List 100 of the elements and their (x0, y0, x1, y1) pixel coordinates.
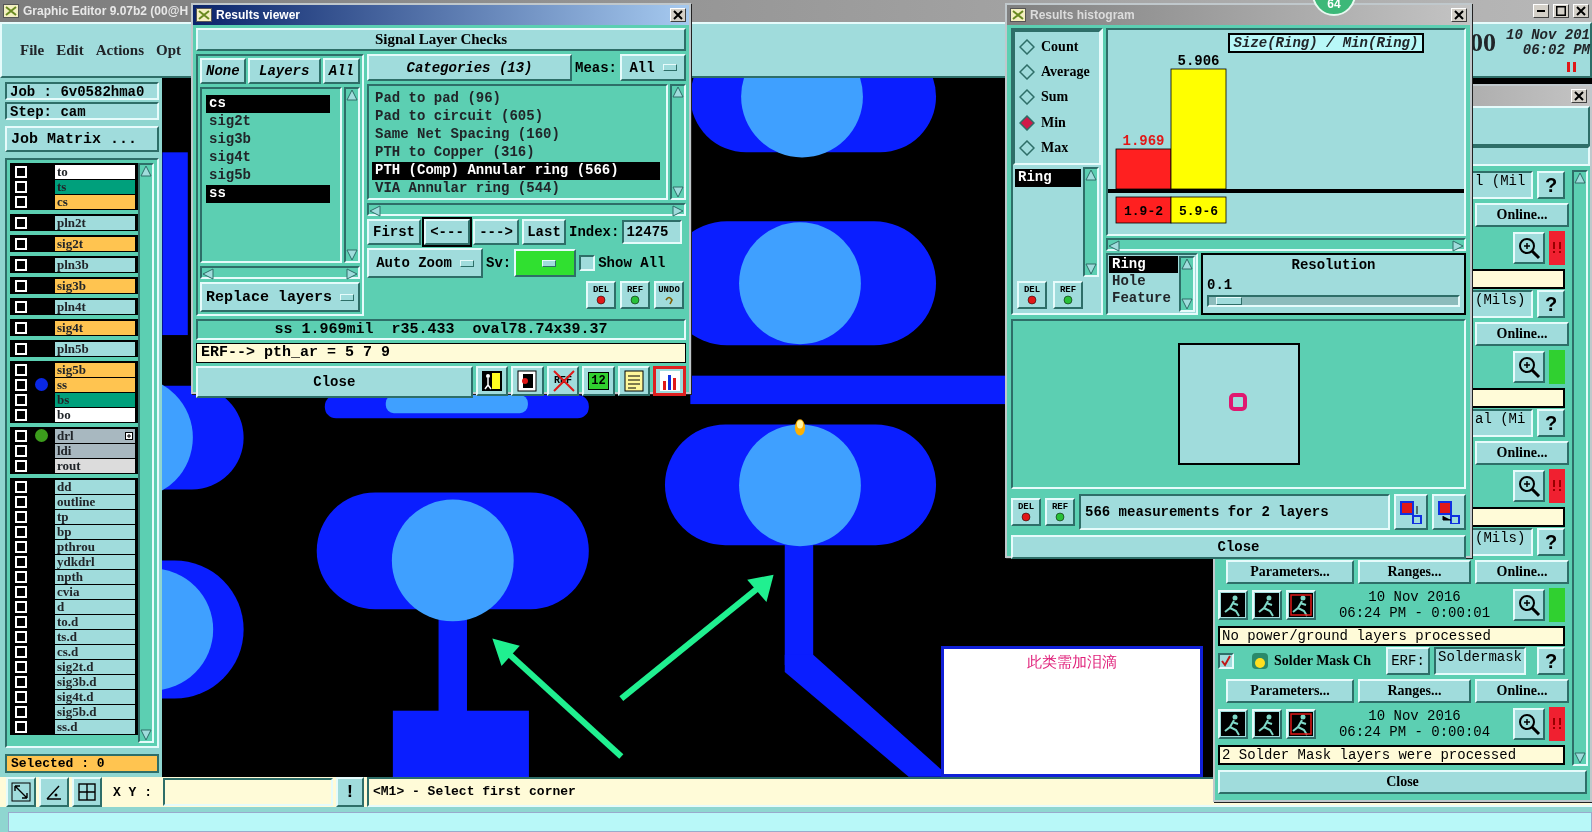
layer-name[interactable]: sig3b.d (55, 674, 135, 689)
layer-checkbox[interactable] (15, 444, 27, 457)
layer-checkbox[interactable] (15, 705, 27, 718)
attribute-list-item[interactable]: Ring (1015, 169, 1081, 187)
layer-checkbox[interactable] (15, 216, 27, 229)
online-button[interactable]: Online... (1475, 560, 1569, 584)
close-button[interactable]: Close (196, 366, 473, 398)
undo-button[interactable]: UNDO (654, 281, 684, 309)
close-button[interactable]: Close (1218, 770, 1587, 794)
layer-name[interactable]: tp (55, 509, 135, 524)
categories-button[interactable]: Categories (13) (367, 54, 572, 81)
layer-checkbox[interactable] (15, 690, 27, 703)
layer-checkbox[interactable] (15, 585, 27, 598)
figure-button[interactable] (475, 366, 509, 396)
zoom-button[interactable] (1513, 589, 1545, 621)
layer-name[interactable]: rout (55, 458, 135, 473)
category-list-item[interactable]: Pad to circuit (605) (372, 108, 660, 126)
bar-chart-button[interactable] (653, 366, 686, 396)
parameter-field[interactable]: l (Mil (1471, 171, 1533, 199)
layer-name[interactable]: ts (55, 179, 135, 194)
resize-button[interactable] (6, 777, 36, 807)
layer-name[interactable]: npth (55, 569, 135, 584)
layer-name[interactable]: d (55, 599, 135, 614)
online-button[interactable]: Online... (1475, 322, 1569, 346)
layer-name[interactable]: cs (55, 194, 135, 209)
minimize-button[interactable] (1533, 4, 1549, 18)
run-button[interactable] (1252, 590, 1282, 620)
radio-button[interactable] (1019, 140, 1035, 157)
parameter-field[interactable]: (Mils) (1471, 290, 1533, 318)
online-button[interactable]: Online... (1475, 679, 1569, 703)
layer-checkbox[interactable] (15, 165, 27, 178)
scrollbar[interactable] (367, 203, 686, 216)
layer-checkbox[interactable] (15, 480, 27, 493)
scrollbar[interactable] (1106, 238, 1466, 251)
layer-checkbox[interactable] (15, 180, 27, 193)
close-button[interactable] (1573, 4, 1589, 18)
close-button[interactable]: Close (1011, 535, 1466, 559)
zoom-button[interactable] (1513, 470, 1545, 502)
scrollbar[interactable] (1083, 167, 1099, 277)
layer-checkbox[interactable] (15, 378, 27, 391)
menu-item[interactable]: File (20, 41, 45, 59)
check-checkbox[interactable] (1218, 653, 1234, 669)
layer-name[interactable]: pln4t (55, 299, 135, 314)
scale-list-item[interactable]: Feature (1109, 290, 1178, 307)
layer-name[interactable]: sig2t.d (55, 659, 135, 674)
layer-checkbox[interactable] (15, 429, 27, 442)
close-button[interactable] (1451, 8, 1467, 22)
slider-track[interactable] (1207, 295, 1460, 307)
none-button[interactable]: None (200, 58, 246, 84)
layer-checkbox[interactable] (15, 408, 27, 421)
close-button[interactable] (1571, 89, 1587, 103)
parameter-field[interactable]: (Mils) (1471, 528, 1533, 556)
zoom-mode-dropdown[interactable]: Auto Zoom (367, 248, 483, 278)
category-list-item[interactable]: VIA Annular ring (544) (372, 180, 660, 198)
import-button[interactable] (1432, 494, 1466, 530)
next-button[interactable]: ---> (473, 219, 519, 245)
scrollbar[interactable] (138, 163, 154, 743)
category-list-item[interactable]: PTH (Comp) Annular ring (566) (372, 162, 660, 180)
layer-name[interactable]: dd (55, 479, 135, 494)
layer-list-item[interactable]: sig4t (206, 149, 330, 167)
delete-button[interactable]: DEL (1017, 281, 1047, 309)
layer-checkbox[interactable] (15, 675, 27, 688)
layers-button[interactable]: Layers (247, 58, 321, 84)
layer-name[interactable]: bs (55, 392, 135, 407)
layer-name[interactable]: bo (55, 407, 135, 422)
layer-checkbox[interactable] (15, 600, 27, 613)
last-button[interactable]: Last (522, 219, 566, 245)
layer-checkbox[interactable] (15, 495, 27, 508)
layer-checkbox[interactable] (15, 660, 27, 673)
scrollbar[interactable] (200, 266, 360, 279)
reference-button[interactable]: REF (1045, 498, 1075, 526)
layer-name[interactable]: sig5b.d (55, 704, 135, 719)
export-button[interactable] (1394, 494, 1428, 530)
show-all-checkbox[interactable] (579, 255, 596, 271)
layer-name[interactable]: to (55, 164, 135, 179)
help-button[interactable]: ? (1537, 528, 1565, 556)
slider-thumb[interactable] (1216, 297, 1243, 305)
angle-button[interactable] (39, 777, 69, 807)
reference-button[interactable]: REF (620, 281, 650, 309)
menu-item[interactable]: Edit (56, 41, 84, 59)
scrollbar[interactable] (1179, 256, 1195, 312)
scrollbar[interactable] (670, 84, 686, 200)
all-button[interactable]: All (322, 58, 360, 84)
parameter-field[interactable]: al (Mi (1471, 409, 1533, 437)
layer-checkbox[interactable] (15, 300, 27, 313)
run-button[interactable] (1218, 590, 1248, 620)
menu-item[interactable]: Opt (156, 41, 182, 59)
scale-list-item[interactable]: Hole (1109, 273, 1178, 290)
layer-checkbox[interactable] (15, 645, 27, 658)
layer-name[interactable]: ydkdrl (55, 554, 135, 569)
category-list-item[interactable]: Same Net Spacing (160) (372, 126, 660, 144)
parameters-button[interactable]: Parameters... (1226, 560, 1354, 584)
layer-checkbox[interactable] (15, 555, 27, 568)
alert-button[interactable]: ! (336, 777, 364, 807)
radio-button[interactable] (1019, 64, 1035, 81)
parameters-button[interactable]: Parameters... (1226, 679, 1354, 703)
layer-checkbox[interactable] (15, 459, 27, 472)
category-list-item[interactable]: Pad to pad (96) (372, 90, 660, 108)
grid-button[interactable] (72, 777, 102, 807)
coords-input[interactable] (163, 778, 333, 806)
